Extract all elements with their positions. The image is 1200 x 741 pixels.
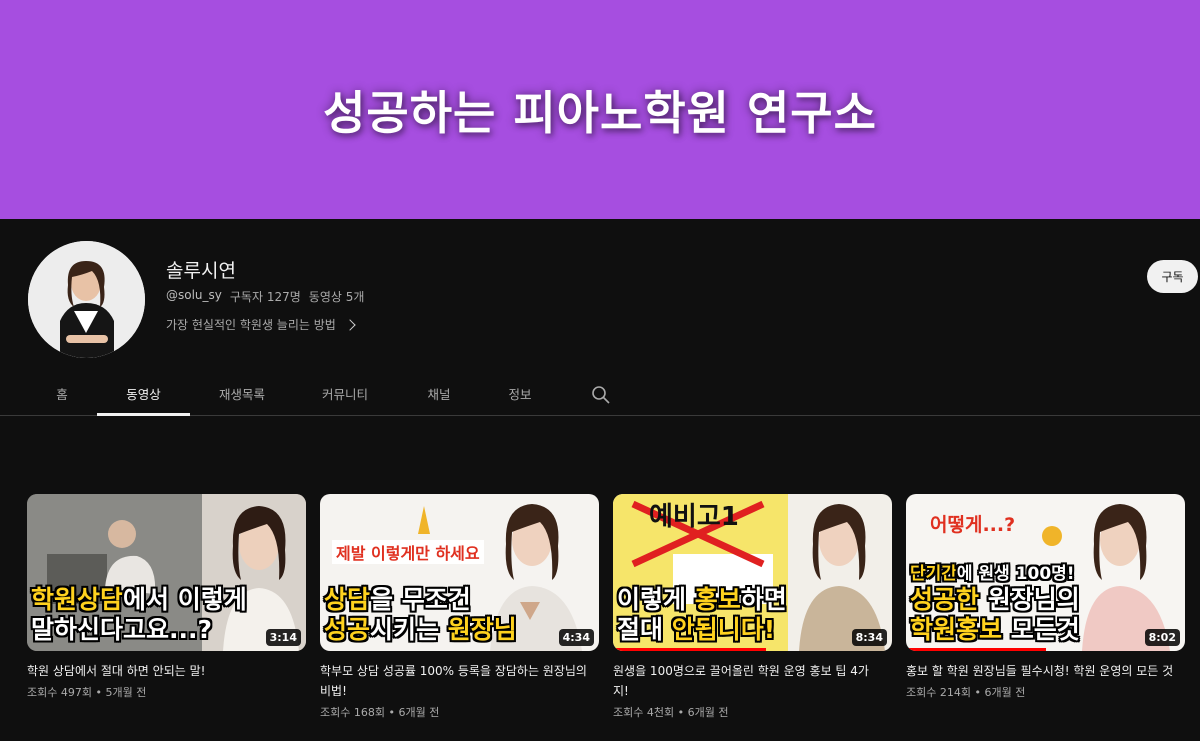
meta-separator: • xyxy=(677,706,688,719)
video-meta: 조회수 168회 • 6개월 전 xyxy=(320,704,599,720)
channel-meta: @solu_sy 구독자 127명 동영상 5개 xyxy=(166,288,364,305)
video-meta: 조회수 214회 • 6개월 전 xyxy=(906,684,1185,700)
thumbnail-caption: 상담을 무조건 성공시키는 원장님 xyxy=(324,585,517,644)
tab-about[interactable]: 정보 xyxy=(498,372,542,415)
channel-name[interactable]: 솔루시연 xyxy=(166,256,236,283)
watch-progress-bar xyxy=(906,648,1046,651)
thumbnail-caption: 이렇게 홍보하면 절대 안됩니다! xyxy=(617,585,787,644)
tab-playlists[interactable]: 재생목록 xyxy=(208,372,276,415)
video-age: 6개월 전 xyxy=(398,706,440,719)
video-meta: 조회수 4천회 • 6개월 전 xyxy=(613,704,892,720)
video-thumbnail[interactable]: 예비고1 이렇게 홍보하면 절대 안됩니다! 8:34 xyxy=(613,494,892,651)
video-views: 조회수 214회 xyxy=(906,686,971,699)
tab-community[interactable]: 커뮤니티 xyxy=(311,372,379,415)
video-duration: 8:02 xyxy=(1144,629,1180,646)
video-duration: 3:14 xyxy=(265,629,301,646)
video-card[interactable]: 제발 이렇게만 하세요 상담을 무조건 성공시키는 원장님 4:34 학부모 상… xyxy=(320,494,599,720)
video-title[interactable]: 학부모 상담 성공률 100% 등록을 장담하는 원장님의 비법! xyxy=(320,661,599,701)
video-thumbnail[interactable]: 학원상담에서 이렇게 말하신다고요...? 3:14 xyxy=(27,494,306,651)
thumbnail-top-text: 예비고1 xyxy=(649,502,739,532)
video-views: 조회수 168회 xyxy=(320,706,385,719)
video-count: 동영상 5개 xyxy=(308,290,365,304)
meta-separator: • xyxy=(388,706,399,719)
video-views: 조회수 497회 xyxy=(27,686,92,699)
thumbnail-top-text: 어떻게...? xyxy=(930,514,1016,536)
video-thumbnail[interactable]: 어떻게...? 단기간에 원생 100명! 성공한 원장님의 학원홍보 모든것 … xyxy=(906,494,1185,651)
video-title[interactable]: 홍보 할 학원 원장님들 필수시청! 학원 운영의 모든 것 xyxy=(906,661,1185,681)
video-card[interactable]: 어떻게...? 단기간에 원생 100명! 성공한 원장님의 학원홍보 모든것 … xyxy=(906,494,1185,700)
video-card[interactable]: 예비고1 이렇게 홍보하면 절대 안됩니다! 8:34 원생을 100명으로 끌… xyxy=(613,494,892,720)
tab-home[interactable]: 홈 xyxy=(40,372,84,415)
subscriber-count: 구독자 127명 xyxy=(229,290,301,304)
avatar-photo xyxy=(28,241,145,358)
tab-videos[interactable]: 동영상 xyxy=(97,372,190,416)
channel-description[interactable]: 가장 현실적인 학원생 늘리는 방법 xyxy=(166,316,356,333)
search-icon[interactable] xyxy=(590,384,612,406)
watch-progress-bar xyxy=(613,648,767,651)
channel-handle: @solu_sy xyxy=(166,288,222,302)
subscribe-button[interactable]: 구독 xyxy=(1147,260,1198,293)
video-thumbnail[interactable]: 제발 이렇게만 하세요 상담을 무조건 성공시키는 원장님 4:34 xyxy=(320,494,599,651)
video-duration: 4:34 xyxy=(558,629,594,646)
video-age: 5개월 전 xyxy=(105,686,147,699)
video-duration: 8:34 xyxy=(851,629,887,646)
channel-avatar[interactable] xyxy=(28,241,145,358)
thumbnail-caption: 단기간에 원생 100명! 성공한 원장님의 학원홍보 모든것 xyxy=(910,564,1080,644)
video-meta: 조회수 497회 • 5개월 전 xyxy=(27,684,306,700)
tab-channels[interactable]: 채널 xyxy=(417,372,461,415)
video-title[interactable]: 원생을 100명으로 끌어올린 학원 운영 홍보 팁 4가지! xyxy=(613,661,892,701)
channel-description-text: 가장 현실적인 학원생 늘리는 방법 xyxy=(166,318,336,332)
meta-separator: • xyxy=(95,686,106,699)
video-title[interactable]: 학원 상담에서 절대 하면 안되는 말! xyxy=(27,661,306,681)
channel-tabs: 홈 동영상 재생목록 커뮤니티 채널 정보 xyxy=(0,372,1200,416)
channel-banner: 성공하는 피아노학원 연구소 xyxy=(0,0,1200,219)
chevron-right-icon xyxy=(344,318,356,331)
video-card[interactable]: 학원상담에서 이렇게 말하신다고요...? 3:14 학원 상담에서 절대 하면… xyxy=(27,494,306,700)
video-views: 조회수 4천회 xyxy=(613,706,675,719)
video-age: 6개월 전 xyxy=(984,686,1026,699)
thumbnail-caption: 학원상담에서 이렇게 말하신다고요...? xyxy=(31,585,247,644)
thumbnail-top-text: 제발 이렇게만 하세요 xyxy=(332,540,484,564)
banner-title: 성공하는 피아노학원 연구소 xyxy=(323,85,877,140)
video-age: 6개월 전 xyxy=(687,706,729,719)
meta-separator: • xyxy=(974,686,985,699)
